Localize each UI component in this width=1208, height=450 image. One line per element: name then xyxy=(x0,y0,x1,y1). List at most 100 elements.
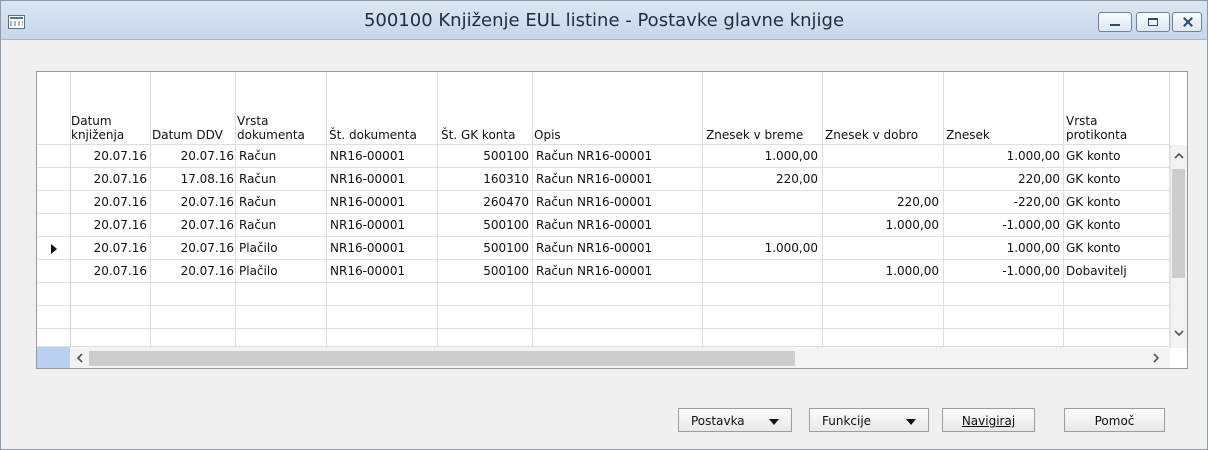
cell-vrsta-dokumenta[interactable]: Plačilo xyxy=(239,264,278,278)
cell-znesek-v-dobro[interactable]: 220,00 xyxy=(822,195,939,209)
cell-datum-ddv[interactable]: 20.07.16 xyxy=(150,241,234,255)
cell-znesek[interactable]: -1.000,00 xyxy=(943,264,1060,278)
cell-znesek-v-dobro[interactable]: 1.000,00 xyxy=(822,218,939,232)
funkcije-button[interactable]: Funkcije xyxy=(809,408,929,432)
header-vrsta-dokumenta[interactable]: Vrsta dokumenta xyxy=(237,72,327,142)
row-selector[interactable] xyxy=(37,306,71,328)
table-row-empty[interactable] xyxy=(37,305,1169,329)
cell-opis[interactable]: Račun NR16-00001 xyxy=(536,172,652,186)
cell-st-gk-konta[interactable]: 500100 xyxy=(437,218,529,232)
cell-st-dokumenta[interactable]: NR16-00001 xyxy=(330,218,405,232)
cell-vrsta-protikonta[interactable]: GK konto xyxy=(1066,195,1121,209)
cell-vrsta-dokumenta[interactable]: Plačilo xyxy=(239,241,278,255)
cell-datum-knjizenja[interactable]: 20.07.16 xyxy=(71,195,147,209)
cell-datum-knjizenja[interactable]: 20.07.16 xyxy=(71,264,147,278)
table-row[interactable]: 20.07.16 20.07.16 Račun NR16-00001 50010… xyxy=(37,144,1169,168)
cell-st-dokumenta[interactable]: NR16-00001 xyxy=(330,172,405,186)
cell-znesek-v-breme[interactable]: 220,00 xyxy=(702,172,818,186)
cell-znesek[interactable]: 220,00 xyxy=(943,172,1060,186)
cell-st-dokumenta[interactable]: NR16-00001 xyxy=(330,149,405,163)
cell-datum-knjizenja[interactable]: 20.07.16 xyxy=(71,172,147,186)
cell-znesek-v-breme[interactable]: 1.000,00 xyxy=(702,241,818,255)
table-row-empty[interactable] xyxy=(37,328,1169,347)
row-selector[interactable] xyxy=(37,260,71,282)
cell-vrsta-protikonta[interactable]: GK konto xyxy=(1066,218,1121,232)
header-st-dokumenta[interactable]: Št. dokumenta xyxy=(329,72,435,142)
maximize-icon[interactable] xyxy=(1136,12,1170,32)
header-vrsta-protikonta[interactable]: Vrsta protikonta xyxy=(1066,72,1166,142)
cell-znesek-v-breme[interactable]: 1.000,00 xyxy=(702,149,818,163)
window-title: 500100 Knjiženje EUL listine - Postavke … xyxy=(363,10,845,31)
table-row[interactable]: 20.07.16 20.07.16 Račun NR16-00001 50010… xyxy=(37,213,1169,237)
cell-vrsta-dokumenta[interactable]: Račun xyxy=(239,172,276,186)
row-selector-corner xyxy=(37,347,70,368)
header-znesek-v-breme[interactable]: Znesek v breme xyxy=(706,72,822,142)
header-znesek[interactable]: Znesek xyxy=(946,72,1062,142)
row-selector[interactable] xyxy=(37,145,71,167)
cell-datum-knjizenja[interactable]: 20.07.16 xyxy=(71,149,147,163)
scroll-left-icon[interactable] xyxy=(71,347,89,369)
vertical-scroll-thumb[interactable] xyxy=(1172,169,1185,278)
row-selector[interactable] xyxy=(37,191,71,213)
table-row[interactable]: 20.07.16 20.07.16 Plačilo NR16-00001 500… xyxy=(37,236,1169,260)
navigiraj-button[interactable]: Navigiraj xyxy=(942,408,1035,432)
row-selector[interactable] xyxy=(37,283,71,305)
postavka-button[interactable]: Postavka xyxy=(678,408,792,432)
cell-st-gk-konta[interactable]: 500100 xyxy=(437,241,529,255)
cell-datum-knjizenja[interactable]: 20.07.16 xyxy=(71,241,147,255)
cell-st-gk-konta[interactable]: 260470 xyxy=(437,195,529,209)
table-row-empty[interactable] xyxy=(37,282,1169,306)
cell-st-gk-konta[interactable]: 500100 xyxy=(437,149,529,163)
cell-datum-ddv[interactable]: 20.07.16 xyxy=(150,264,234,278)
title-bar[interactable]: 500100 Knjiženje EUL listine - Postavke … xyxy=(1,1,1207,40)
cell-vrsta-dokumenta[interactable]: Račun xyxy=(239,149,276,163)
header-st-gk-konta[interactable]: Št. GK konta xyxy=(441,72,533,142)
row-selector[interactable] xyxy=(37,237,71,259)
cell-znesek[interactable]: -1.000,00 xyxy=(943,218,1060,232)
cell-datum-ddv[interactable]: 17.08.16 xyxy=(150,172,234,186)
row-selector[interactable] xyxy=(37,168,71,190)
scroll-down-icon[interactable] xyxy=(1171,324,1187,342)
cell-opis[interactable]: Račun NR16-00001 xyxy=(536,264,652,278)
cell-vrsta-protikonta[interactable]: GK konto xyxy=(1066,241,1121,255)
cell-opis[interactable]: Račun NR16-00001 xyxy=(536,149,652,163)
cell-vrsta-dokumenta[interactable]: Račun xyxy=(239,218,276,232)
horizontal-scrollbar[interactable] xyxy=(37,346,1170,369)
cell-datum-ddv[interactable]: 20.07.16 xyxy=(150,149,234,163)
cell-opis[interactable]: Račun NR16-00001 xyxy=(536,218,652,232)
vertical-scrollbar[interactable] xyxy=(1170,145,1187,348)
cell-znesek[interactable]: -220,00 xyxy=(943,195,1060,209)
header-datum-ddv[interactable]: Datum DDV xyxy=(152,72,236,142)
header-datum-knjizenja[interactable]: Datum knjiženja xyxy=(71,72,149,142)
scroll-right-icon[interactable] xyxy=(1147,347,1165,369)
cell-st-gk-konta[interactable]: 160310 xyxy=(437,172,529,186)
cell-datum-ddv[interactable]: 20.07.16 xyxy=(150,195,234,209)
cell-znesek[interactable]: 1.000,00 xyxy=(943,149,1060,163)
cell-st-dokumenta[interactable]: NR16-00001 xyxy=(330,264,405,278)
cell-vrsta-protikonta[interactable]: GK konto xyxy=(1066,172,1121,186)
cell-znesek-v-dobro[interactable]: 1.000,00 xyxy=(822,264,939,278)
cell-st-dokumenta[interactable]: NR16-00001 xyxy=(330,195,405,209)
scroll-up-icon[interactable] xyxy=(1171,147,1187,165)
row-selector[interactable] xyxy=(37,329,71,346)
minimize-icon[interactable] xyxy=(1098,12,1132,32)
table-row[interactable]: 20.07.16 20.07.16 Račun NR16-00001 26047… xyxy=(37,190,1169,214)
cell-opis[interactable]: Račun NR16-00001 xyxy=(536,241,652,255)
close-icon[interactable] xyxy=(1172,12,1202,32)
cell-vrsta-dokumenta[interactable]: Račun xyxy=(239,195,276,209)
header-znesek-v-dobro[interactable]: Znesek v dobro xyxy=(825,72,943,142)
cell-znesek[interactable]: 1.000,00 xyxy=(943,241,1060,255)
table-row[interactable]: 20.07.16 20.07.16 Plačilo NR16-00001 500… xyxy=(37,259,1169,283)
cell-datum-ddv[interactable]: 20.07.16 xyxy=(150,218,234,232)
cell-st-dokumenta[interactable]: NR16-00001 xyxy=(330,241,405,255)
table-row[interactable]: 20.07.16 17.08.16 Račun NR16-00001 16031… xyxy=(37,167,1169,191)
cell-vrsta-protikonta[interactable]: GK konto xyxy=(1066,149,1121,163)
pomoc-button[interactable]: Pomoč xyxy=(1064,408,1165,432)
horizontal-scroll-thumb[interactable] xyxy=(89,351,795,366)
cell-st-gk-konta[interactable]: 500100 xyxy=(437,264,529,278)
cell-vrsta-protikonta[interactable]: Dobavitelj xyxy=(1066,264,1127,278)
cell-opis[interactable]: Račun NR16-00001 xyxy=(536,195,652,209)
cell-datum-knjizenja[interactable]: 20.07.16 xyxy=(71,218,147,232)
header-opis[interactable]: Opis xyxy=(534,72,702,142)
row-selector[interactable] xyxy=(37,214,71,236)
